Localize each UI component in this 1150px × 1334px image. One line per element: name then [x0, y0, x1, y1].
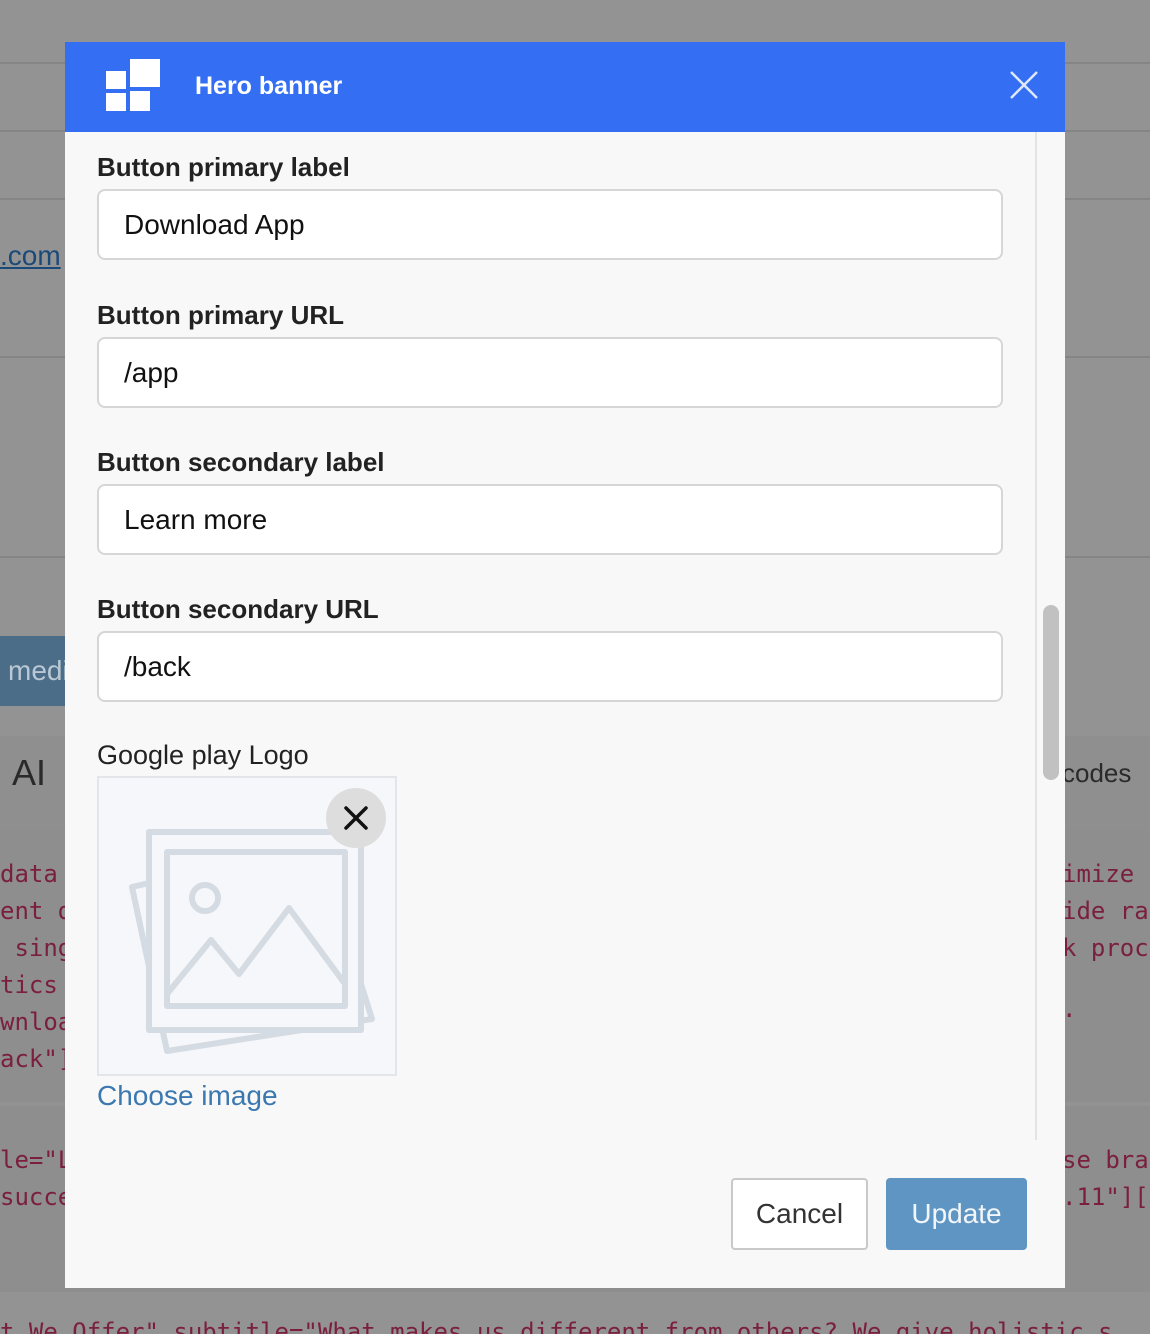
button-primary-label-input[interactable] [97, 189, 1003, 260]
google-play-logo-label: Google play Logo [97, 740, 309, 770]
bg-code-line: sing [0, 934, 73, 962]
bg-code-line: le="L [0, 1146, 73, 1174]
bg-code-line: ent d [0, 897, 73, 925]
bg-code-line: wnloa [0, 1008, 73, 1036]
bg-code-line: tics [0, 971, 73, 999]
modal-title: Hero banner [195, 72, 343, 100]
choose-image-link[interactable]: Choose image [97, 1080, 278, 1112]
update-button[interactable]: Update [886, 1178, 1027, 1250]
button-secondary-url-input[interactable] [97, 631, 1003, 702]
bg-code-line: succe [0, 1183, 73, 1211]
button-primary-label-label: Button primary label [97, 152, 350, 182]
bg-code-line: data [0, 860, 73, 888]
image-preview[interactable] [97, 776, 397, 1076]
modal-header: Hero banner [65, 42, 1065, 132]
bg-code-line: se bran [1062, 1146, 1150, 1174]
hero-banner-modal: Hero banner Button primary label Button … [65, 42, 1065, 1288]
remove-image-button[interactable] [326, 788, 386, 848]
button-primary-url-label: Button primary URL [97, 300, 344, 330]
bg-code-line: k proce [1062, 934, 1150, 962]
bg-link: .com [0, 240, 61, 271]
modal-body[interactable]: Button primary label Button primary URL … [65, 132, 1037, 1182]
bg-codes-label: codes [1062, 758, 1132, 788]
scroll-track [1035, 132, 1037, 1140]
bg-code-line: imize v [1062, 860, 1150, 888]
x-icon [344, 806, 368, 830]
text-size-icon: AI [12, 752, 47, 793]
bg-code-line: ide ran [1062, 897, 1150, 925]
button-secondary-url-label: Button secondary URL [97, 594, 379, 624]
bg-code-line: ack"] [0, 1045, 73, 1073]
button-primary-url-input[interactable] [97, 337, 1003, 408]
bg-media-button: medi [0, 636, 70, 706]
bg-code-line: .11"][/ [1062, 1183, 1150, 1211]
bg-code-line: t We Offer" subtitle="What makes us diff… [0, 1318, 1113, 1334]
cancel-button[interactable]: Cancel [731, 1178, 868, 1250]
close-icon[interactable] [1008, 69, 1040, 101]
blocks-icon [106, 59, 160, 111]
button-secondary-label-label: Button secondary label [97, 447, 385, 477]
scrollbar-thumb[interactable] [1043, 605, 1059, 780]
button-secondary-label-input[interactable] [97, 484, 1003, 555]
